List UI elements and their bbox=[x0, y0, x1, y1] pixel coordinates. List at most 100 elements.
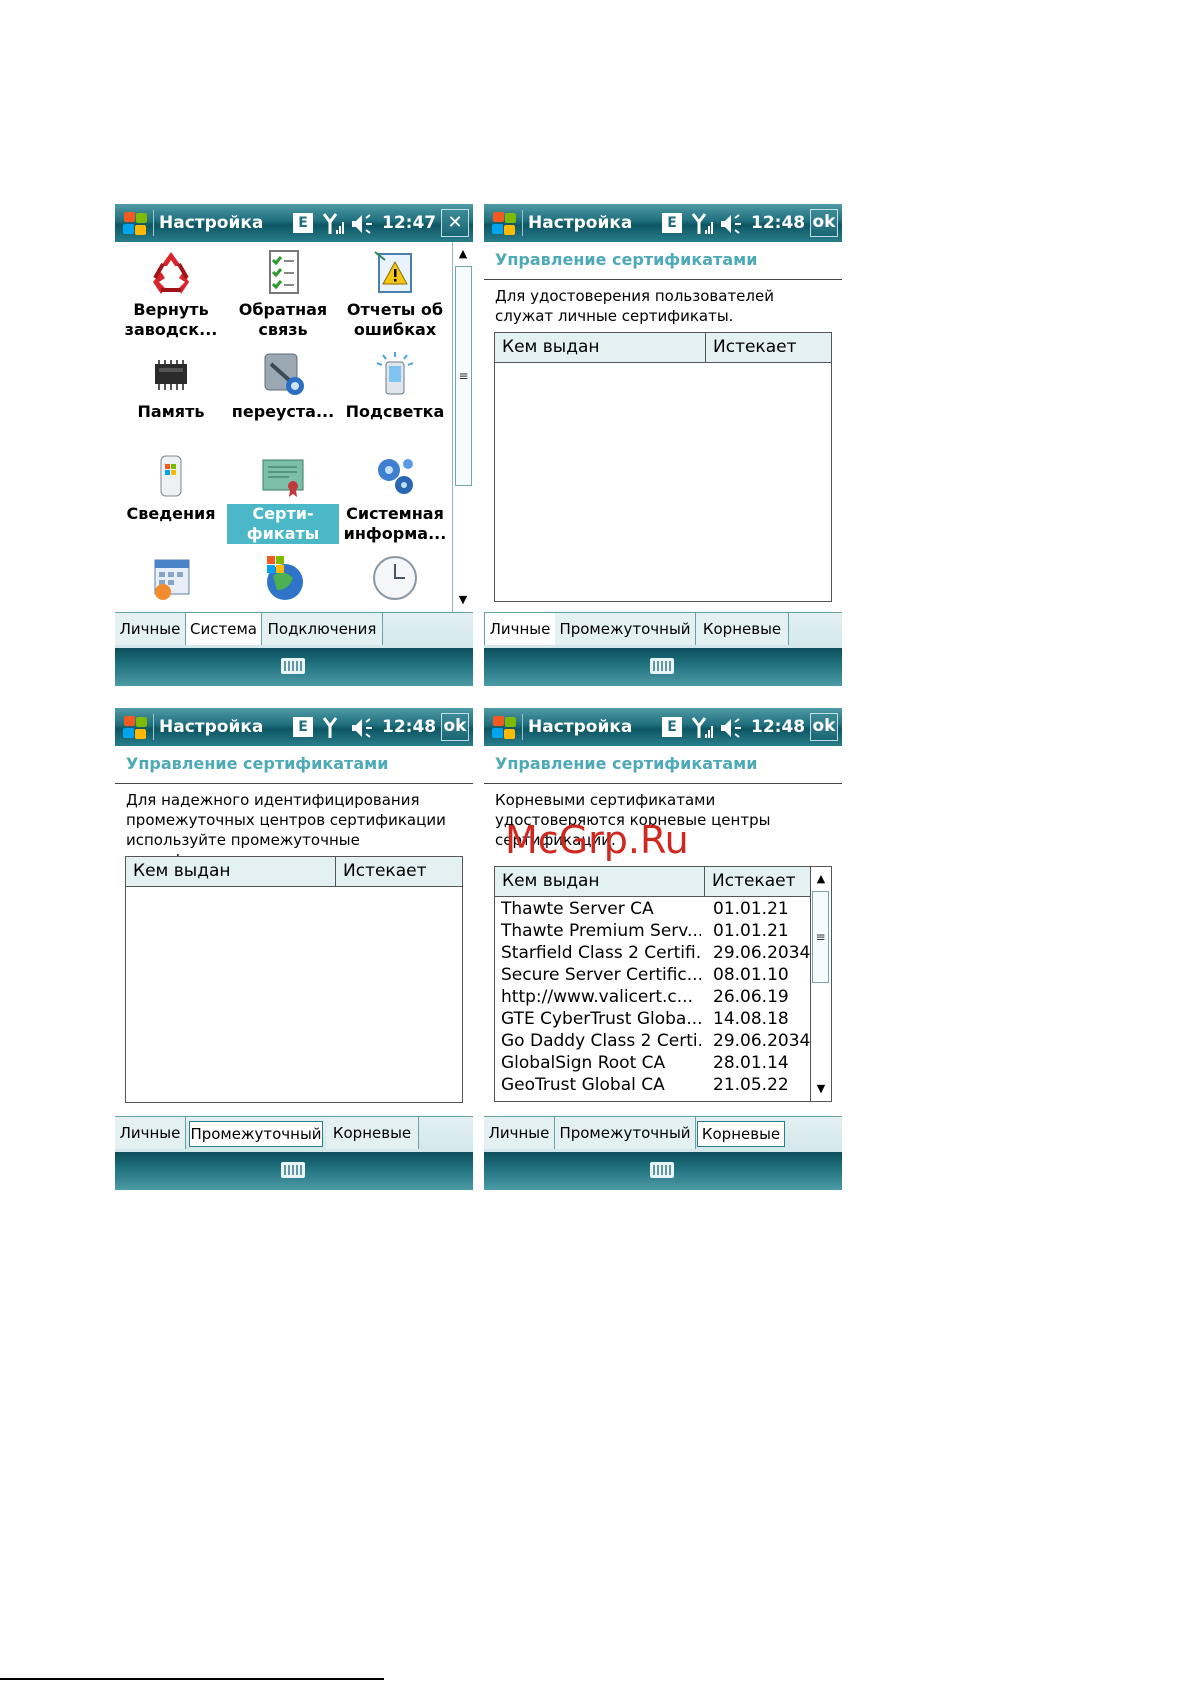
tab-intermediate[interactable]: Промежуточный bbox=[189, 1121, 323, 1147]
tab-intermediate[interactable]: Промежуточный bbox=[555, 613, 696, 645]
item-memory[interactable]: Память bbox=[115, 350, 227, 422]
keyboard-icon[interactable] bbox=[281, 1162, 305, 1178]
item-reinstall[interactable]: переуста... bbox=[227, 350, 339, 422]
clock-time[interactable]: 12:48 bbox=[751, 213, 805, 233]
column-issued-by[interactable]: Кем выдан bbox=[126, 857, 336, 886]
item-feedback[interactable]: Обратная связь bbox=[227, 248, 339, 340]
ok-button[interactable]: ok bbox=[810, 713, 838, 741]
table-row[interactable]: GTE CyberTrust Globa... 14.08.18 bbox=[495, 1008, 811, 1030]
windows-start-icon[interactable] bbox=[121, 210, 149, 236]
app-title: Настройка bbox=[159, 213, 264, 233]
title-separator bbox=[522, 210, 523, 236]
cell-issuer: http://www.valicert.c... bbox=[501, 987, 693, 1007]
column-expires[interactable]: Истекает bbox=[706, 333, 831, 362]
table-row[interactable]: Thawte Premium Serv... 01.01.21 bbox=[495, 920, 811, 942]
cell-expires: 14.08.18 bbox=[713, 1009, 789, 1029]
certificates-intermediate-screen: Настройка E 12:48 ok Управление сертифик… bbox=[115, 708, 473, 1190]
item-certificates[interactable]: Серти-фикаты bbox=[227, 452, 339, 544]
item-error-reports[interactable]: Отчеты об ошибках bbox=[339, 248, 451, 340]
scroll-down-arrow-icon[interactable]: ▼ bbox=[453, 590, 473, 610]
scroll-up-arrow-icon[interactable]: ▲ bbox=[453, 244, 473, 264]
keyboard-icon[interactable] bbox=[650, 658, 674, 674]
scroll-thumb[interactable]: ≡ bbox=[812, 891, 829, 983]
reinstall-icon bbox=[259, 350, 307, 398]
tab-personal[interactable]: Личные bbox=[115, 613, 186, 645]
column-expires[interactable]: Истекает bbox=[336, 857, 462, 886]
calendar-icon bbox=[147, 554, 195, 602]
memory-chip-icon bbox=[147, 350, 195, 398]
tab-root[interactable]: Корневые bbox=[697, 1121, 785, 1147]
signal-strength-icon[interactable] bbox=[323, 715, 345, 741]
tab-root[interactable]: Корневые bbox=[326, 1117, 419, 1149]
tab-intermediate[interactable]: Промежуточный bbox=[555, 1117, 696, 1149]
tab-bar: Личные Промежуточный Корневые bbox=[484, 1116, 842, 1152]
tab-system[interactable]: Система bbox=[185, 613, 262, 645]
app-title: Настройка bbox=[528, 717, 633, 737]
clock-time[interactable]: 12:47 bbox=[382, 213, 436, 233]
table-row[interactable]: http://www.valicert.c... 26.06.19 bbox=[495, 986, 811, 1008]
column-expires[interactable]: Истекает bbox=[705, 867, 811, 896]
windows-start-icon[interactable] bbox=[490, 714, 518, 740]
list-scrollbar[interactable]: ▲ ≡ ▼ bbox=[810, 867, 831, 1101]
windows-globe-icon bbox=[259, 554, 307, 602]
windows-start-icon[interactable] bbox=[490, 210, 518, 236]
scroll-down-arrow-icon[interactable]: ▼ bbox=[811, 1079, 831, 1099]
network-type-badge[interactable]: E bbox=[662, 213, 682, 233]
signal-strength-icon[interactable] bbox=[692, 211, 714, 237]
column-issued-by[interactable]: Кем выдан bbox=[495, 867, 705, 896]
command-bar bbox=[484, 1152, 842, 1190]
clock-time[interactable]: 12:48 bbox=[382, 717, 436, 737]
checklist-icon bbox=[259, 248, 307, 296]
table-header: Кем выдан Истекает bbox=[495, 333, 831, 363]
tab-connections[interactable]: Подключения bbox=[262, 613, 383, 645]
certificate-list[interactable]: Кем выдан Истекает bbox=[125, 856, 463, 1103]
title-bar: Настройка E 12:48 ok bbox=[484, 204, 842, 242]
certificate-list[interactable]: Кем выдан Истекает bbox=[494, 332, 832, 602]
item-backlight[interactable]: Подсветка bbox=[339, 350, 451, 422]
table-row[interactable]: GeoTrust Global CA 21.05.22 bbox=[495, 1074, 811, 1096]
table-row[interactable]: Starfield Class 2 Certifi... 29.06.2034 bbox=[495, 942, 811, 964]
keyboard-icon[interactable] bbox=[281, 658, 305, 674]
cell-issuer: GTE CyberTrust Globa... bbox=[501, 1009, 701, 1029]
certificates-root-screen: Настройка E 12:48 ok Управление сертифик… bbox=[484, 708, 842, 1190]
network-type-badge[interactable]: E bbox=[293, 213, 313, 233]
scroll-up-arrow-icon[interactable]: ▲ bbox=[811, 869, 831, 889]
tab-bar: Личные Система Подключения bbox=[115, 612, 473, 648]
keyboard-icon[interactable] bbox=[650, 1162, 674, 1178]
network-type-badge[interactable]: E bbox=[662, 717, 682, 737]
volume-icon[interactable] bbox=[351, 213, 375, 235]
item-factory-reset[interactable]: Вернуть заводск... bbox=[115, 248, 227, 340]
volume-icon[interactable] bbox=[720, 213, 744, 235]
windows-start-icon[interactable] bbox=[121, 714, 149, 740]
close-button[interactable]: ✕ bbox=[441, 209, 469, 237]
network-type-badge[interactable]: E bbox=[293, 717, 313, 737]
table-row[interactable]: Thawte Server CA 01.01.21 bbox=[495, 898, 811, 920]
clock-time[interactable]: 12:48 bbox=[751, 717, 805, 737]
certificate-list[interactable]: Кем выдан Истекает Thawte Server CA 01.01… bbox=[494, 866, 832, 1102]
table-row[interactable]: Secure Server Certific... 08.01.10 bbox=[495, 964, 811, 986]
tab-personal[interactable]: Личные bbox=[484, 1117, 555, 1149]
ok-button[interactable]: ok bbox=[441, 713, 469, 741]
tab-personal[interactable]: Личные bbox=[115, 1117, 186, 1149]
table-row[interactable]: Go Daddy Class 2 Certi... 29.06.2034 bbox=[495, 1030, 811, 1052]
signal-strength-icon[interactable] bbox=[323, 211, 345, 237]
item-label: Подсветка bbox=[345, 402, 445, 421]
volume-icon[interactable] bbox=[351, 717, 375, 739]
grid-scrollbar[interactable]: ▲ ≡ ▼ bbox=[452, 242, 473, 612]
column-issued-by[interactable]: Кем выдан bbox=[495, 333, 706, 362]
table-row[interactable]: GlobalSign Root CA 28.01.14 bbox=[495, 1052, 811, 1074]
item-about[interactable]: Сведения bbox=[115, 452, 227, 524]
cell-issuer: Thawte Server CA bbox=[501, 899, 654, 919]
scroll-thumb[interactable]: ≡ bbox=[455, 266, 472, 486]
tab-personal[interactable]: Личные bbox=[484, 613, 556, 645]
header-divider bbox=[115, 783, 473, 784]
ok-button[interactable]: ok bbox=[810, 209, 838, 237]
command-bar bbox=[115, 648, 473, 686]
tab-root[interactable]: Корневые bbox=[696, 613, 789, 645]
cell-expires: 29.06.2034 bbox=[713, 943, 811, 963]
volume-icon[interactable] bbox=[720, 717, 744, 739]
signal-strength-icon[interactable] bbox=[692, 715, 714, 741]
item-label: Сведения bbox=[126, 504, 216, 523]
error-report-icon bbox=[371, 248, 419, 296]
item-system-info[interactable]: Системная информа... bbox=[339, 452, 451, 544]
